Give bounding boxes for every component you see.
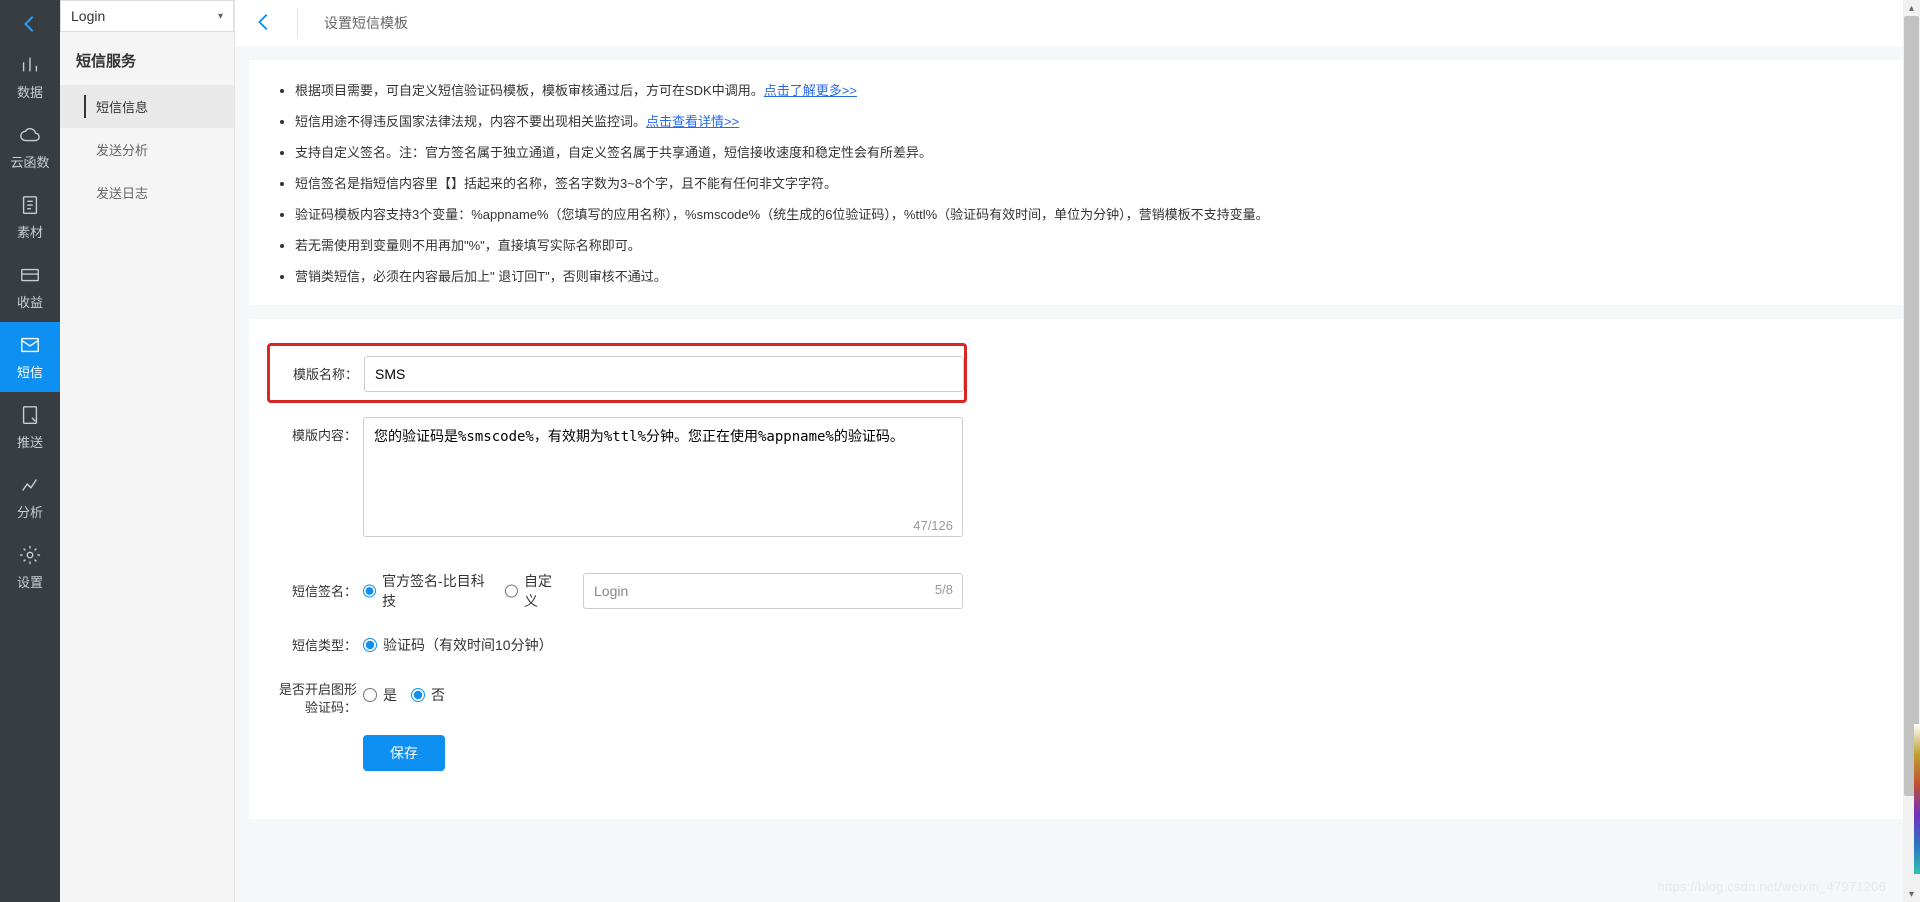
push-icon bbox=[19, 404, 41, 426]
primary-nav-rail: 数据 云函数 素材 收益 短信 推送 分析 设置 bbox=[0, 0, 60, 902]
note-item: 根据项目需要，可自定义短信验证码模板，模板审核通过后，方可在SDK中调用。点击了… bbox=[295, 74, 1878, 105]
content-char-counter: 47/126 bbox=[913, 518, 953, 533]
scroll-down-arrow-icon[interactable]: ▾ bbox=[1903, 886, 1920, 902]
scroll-up-arrow-icon[interactable]: ▴ bbox=[1903, 0, 1920, 16]
signature-custom-radio[interactable]: 自定义 bbox=[505, 571, 563, 611]
nav-label: 素材 bbox=[17, 222, 43, 241]
sidebar-item-label: 发送分析 bbox=[96, 143, 148, 158]
template-name-label: 模版名称： bbox=[278, 356, 364, 383]
radio-input[interactable] bbox=[363, 638, 377, 652]
template-content-label: 模版内容： bbox=[277, 417, 363, 444]
sidebar-item-label: 短信信息 bbox=[96, 100, 148, 115]
signature-char-counter: 5/8 bbox=[935, 582, 953, 597]
nav-settings[interactable]: 设置 bbox=[0, 532, 60, 602]
sidebar-section-title: 短信服务 bbox=[60, 32, 234, 85]
radio-label: 是 bbox=[383, 685, 397, 705]
mail-icon bbox=[19, 334, 41, 356]
nav-label: 数据 bbox=[17, 82, 43, 101]
radio-label: 否 bbox=[431, 685, 445, 705]
watermark-text: https://blog.csdn.net/weixin_47971206 bbox=[1657, 879, 1886, 894]
radio-label: 自定义 bbox=[524, 571, 563, 611]
secondary-sidebar: Login ▾ 短信服务 短信信息 发送分析 发送日志 bbox=[60, 0, 235, 902]
nav-label: 设置 bbox=[17, 572, 43, 591]
main-content: 设置短信模板 根据项目需要，可自定义短信验证码模板，模板审核通过后，方可在SDK… bbox=[235, 0, 1920, 902]
page-title: 设置短信模板 bbox=[297, 8, 408, 38]
details-link[interactable]: 点击查看详情>> bbox=[646, 114, 739, 129]
captcha-label: 是否开启图形验证码： bbox=[277, 681, 363, 717]
captcha-yes-radio[interactable]: 是 bbox=[363, 685, 397, 705]
card-icon bbox=[19, 264, 41, 286]
signature-official-radio[interactable]: 官方签名-比目科技 bbox=[363, 571, 491, 611]
gear-icon bbox=[19, 544, 41, 566]
nav-label: 云函数 bbox=[10, 152, 49, 171]
arrow-left-icon bbox=[19, 13, 41, 35]
nav-label: 短信 bbox=[17, 362, 43, 381]
rail-back-button[interactable] bbox=[12, 6, 48, 42]
nav-analytics[interactable]: 分析 bbox=[0, 462, 60, 532]
nav-push[interactable]: 推送 bbox=[0, 392, 60, 462]
signature-input[interactable] bbox=[583, 573, 963, 609]
learn-more-link[interactable]: 点击了解更多>> bbox=[764, 83, 857, 98]
chart-line-icon bbox=[19, 474, 41, 496]
radio-label: 官方签名-比目科技 bbox=[382, 571, 491, 611]
app-selector-dropdown[interactable]: Login ▾ bbox=[60, 0, 234, 32]
nav-label: 推送 bbox=[17, 432, 43, 451]
save-button[interactable]: 保存 bbox=[363, 735, 445, 771]
page-topbar: 设置短信模板 bbox=[235, 0, 1920, 46]
nav-data[interactable]: 数据 bbox=[0, 42, 60, 112]
back-button[interactable] bbox=[253, 11, 275, 36]
spacer bbox=[277, 735, 363, 743]
radio-label: 验证码（有效时间10分钟） bbox=[383, 635, 553, 655]
radio-input[interactable] bbox=[411, 688, 425, 702]
sms-type-verify-radio[interactable]: 验证码（有效时间10分钟） bbox=[363, 635, 553, 655]
captcha-no-radio[interactable]: 否 bbox=[411, 685, 445, 705]
template-name-input[interactable] bbox=[364, 356, 964, 392]
note-item: 营销类短信，必须在内容最后加上" 退订回T"，否则审核不通过。 bbox=[295, 260, 1878, 291]
nav-sms[interactable]: 短信 bbox=[0, 322, 60, 392]
template-content-textarea[interactable] bbox=[363, 417, 963, 537]
nav-label: 收益 bbox=[17, 292, 43, 311]
template-form: 模版名称： 模版内容： 47/126 短信签名： 官方签名-比目科技 自定义 bbox=[249, 319, 1906, 819]
sidebar-item-sms-info[interactable]: 短信信息 bbox=[60, 85, 234, 128]
nav-material[interactable]: 素材 bbox=[0, 182, 60, 252]
note-item: 支持自定义签名。注：官方签名属于独立通道，自定义签名属于共享通道，短信接收速度和… bbox=[295, 136, 1878, 167]
sidebar-item-send-log[interactable]: 发送日志 bbox=[60, 171, 234, 214]
note-item: 验证码模板内容支持3个变量：%appname%（您填写的应用名称），%smsco… bbox=[295, 198, 1878, 229]
nav-cloud-func[interactable]: 云函数 bbox=[0, 112, 60, 182]
note-item: 若无需使用到变量则不用再加"%"，直接填写实际名称即可。 bbox=[295, 229, 1878, 260]
cloud-icon bbox=[19, 124, 41, 146]
signature-label: 短信签名： bbox=[277, 573, 363, 600]
notes-list: 根据项目需要，可自定义短信验证码模板，模板审核通过后，方可在SDK中调用。点击了… bbox=[277, 74, 1878, 291]
note-text: 短信用途不得违反国家法律法规，内容不要出现相关监控词。 bbox=[295, 114, 646, 129]
radio-input[interactable] bbox=[363, 688, 377, 702]
highlighted-field-box: 模版名称： bbox=[267, 343, 967, 403]
note-item: 短信用途不得违反国家法律法规，内容不要出现相关监控词。点击查看详情>> bbox=[295, 105, 1878, 136]
decorative-strip bbox=[1914, 724, 1920, 874]
scroll-thumb[interactable] bbox=[1904, 16, 1919, 796]
sidebar-item-label: 发送日志 bbox=[96, 186, 148, 201]
arrow-left-icon bbox=[253, 11, 275, 33]
nav-revenue[interactable]: 收益 bbox=[0, 252, 60, 322]
app-selector-value: Login bbox=[71, 8, 105, 24]
bars-icon bbox=[19, 54, 41, 76]
notes-panel: 根据项目需要，可自定义短信验证码模板，模板审核通过后，方可在SDK中调用。点击了… bbox=[249, 60, 1906, 305]
radio-input[interactable] bbox=[363, 584, 376, 598]
document-icon bbox=[19, 194, 41, 216]
radio-input[interactable] bbox=[505, 584, 518, 598]
sidebar-item-send-analysis[interactable]: 发送分析 bbox=[60, 128, 234, 171]
caret-down-icon: ▾ bbox=[218, 11, 223, 22]
nav-label: 分析 bbox=[17, 502, 43, 521]
note-text: 根据项目需要，可自定义短信验证码模板，模板审核通过后，方可在SDK中调用。 bbox=[295, 83, 764, 98]
note-item: 短信签名是指短信内容里【】括起来的名称，签名字数为3~8个字，且不能有任何非文字… bbox=[295, 167, 1878, 198]
sms-type-label: 短信类型： bbox=[277, 627, 363, 654]
